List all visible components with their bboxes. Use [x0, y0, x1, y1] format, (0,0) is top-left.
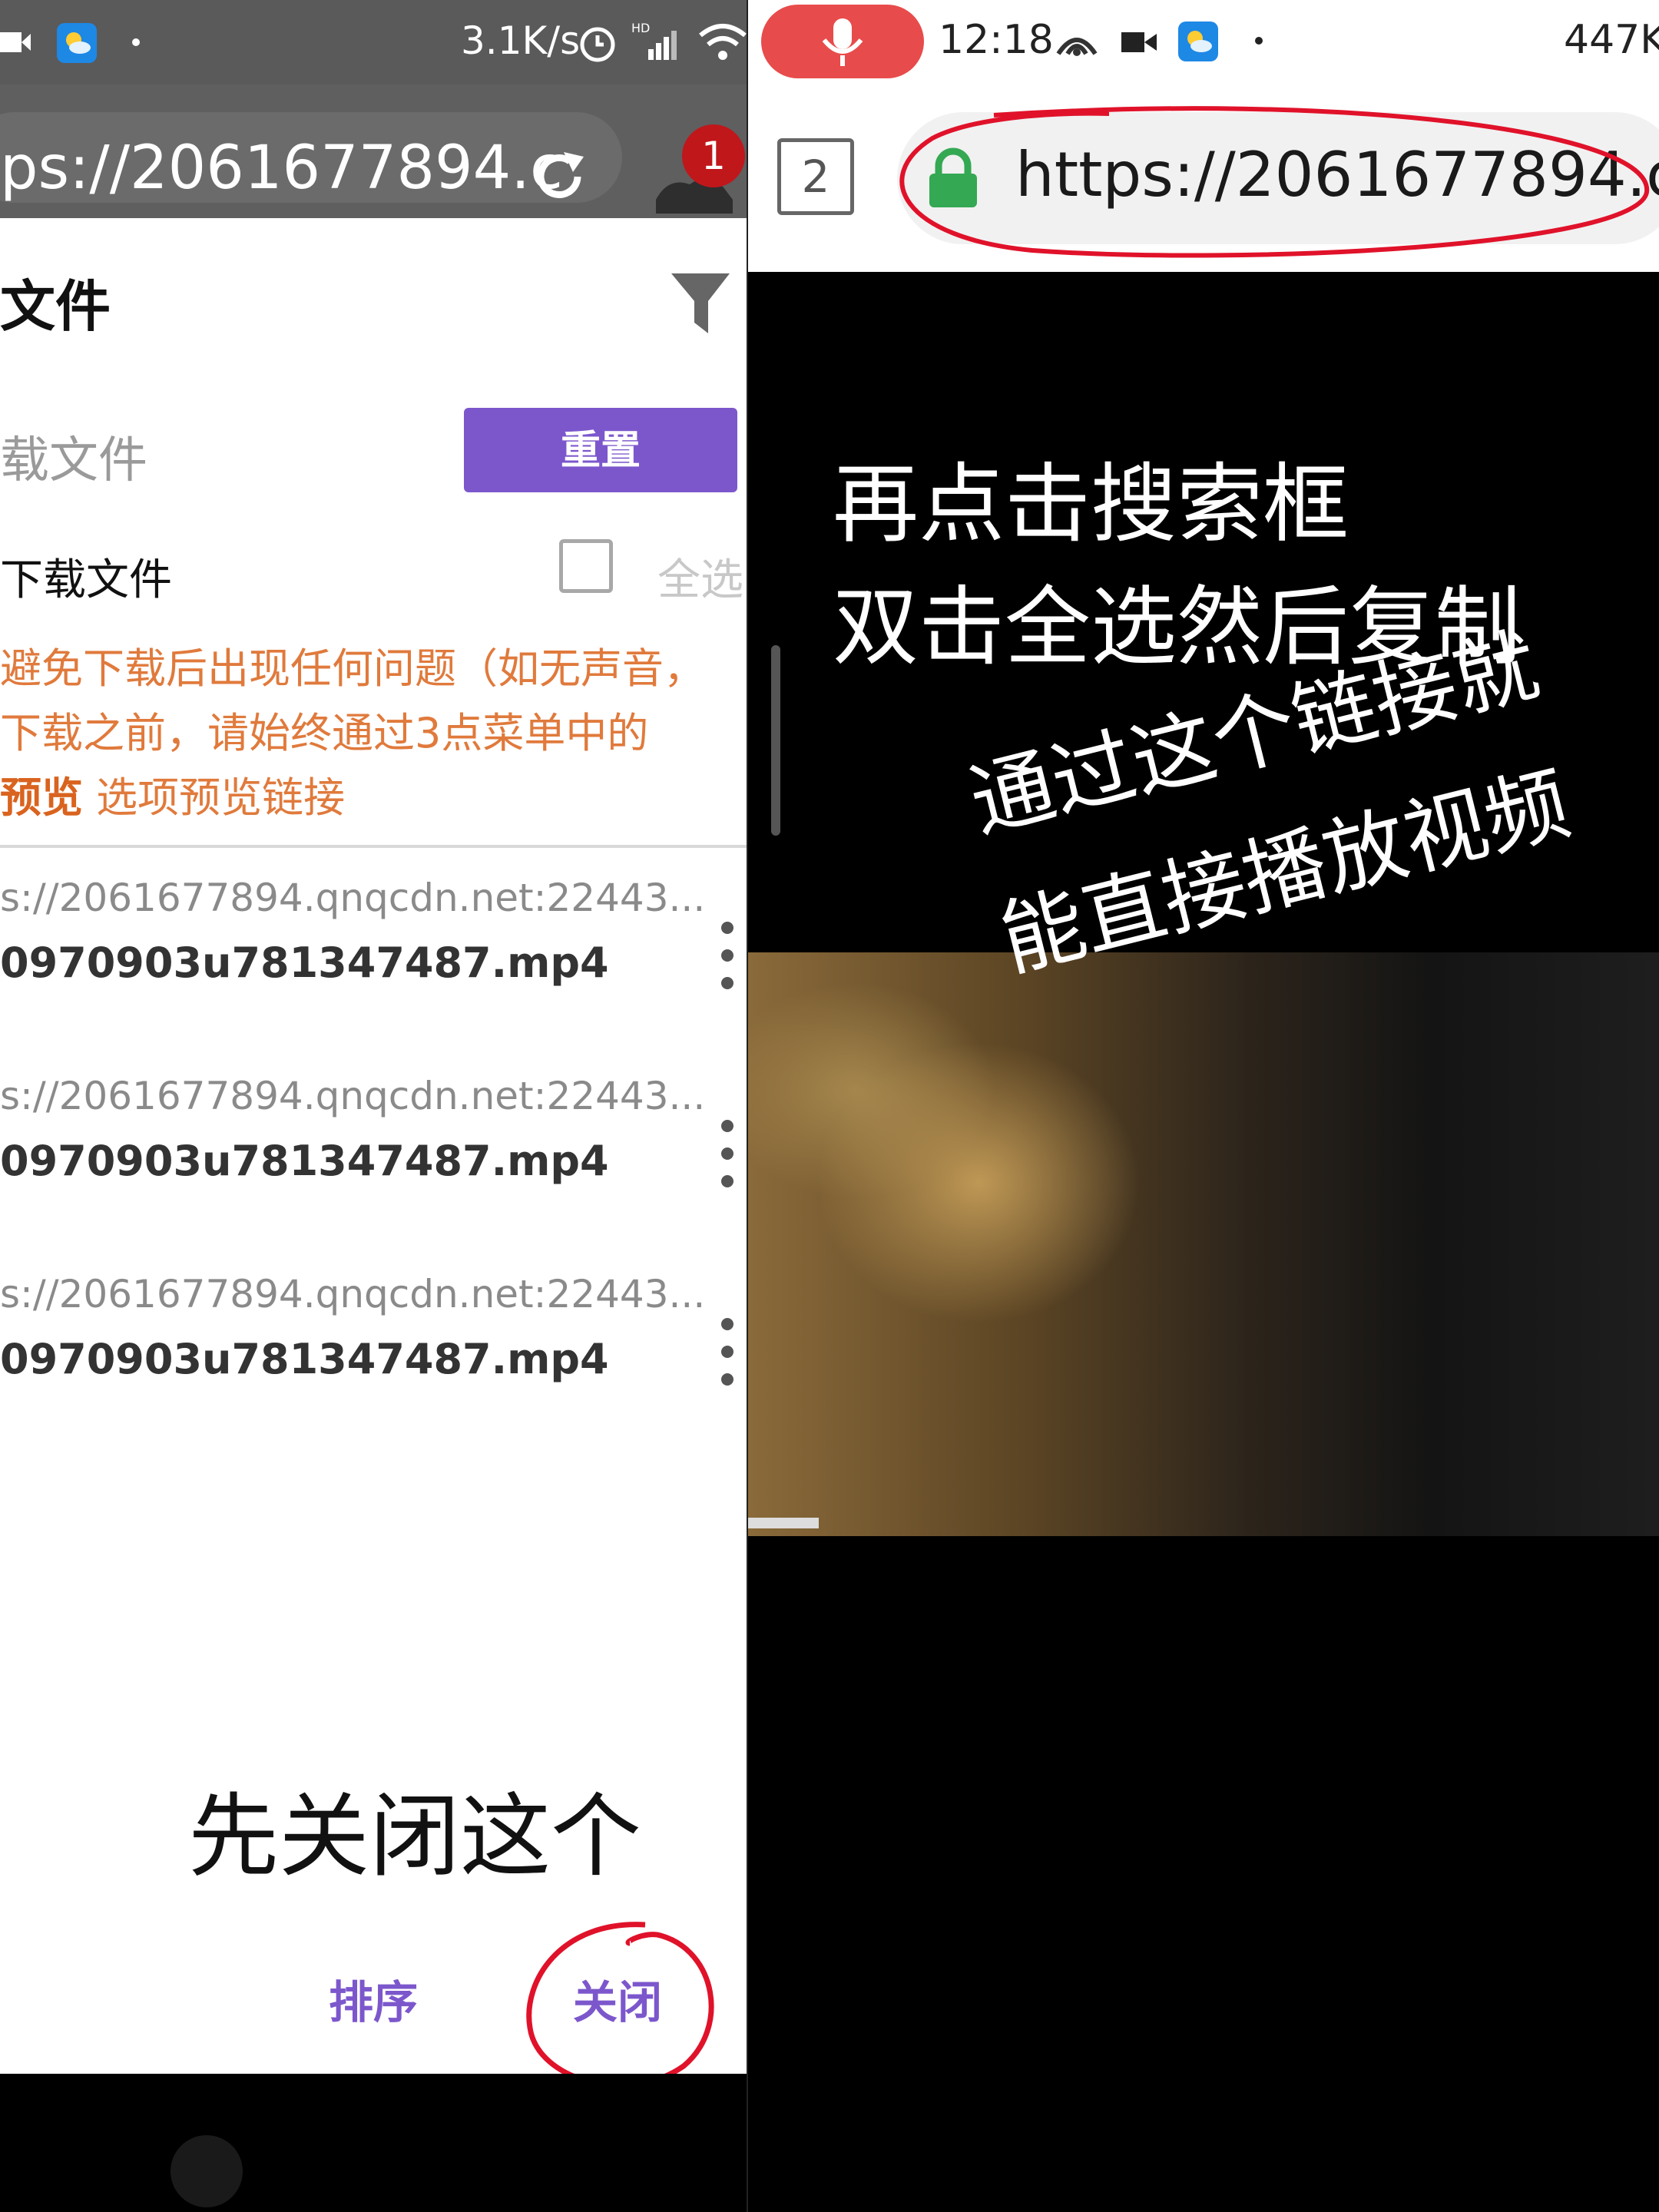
more-options-icon[interactable] — [719, 1318, 734, 1387]
reset-button[interactable]: 重置 — [464, 408, 737, 492]
file-name: 0970903u781347487.mp4 — [0, 1335, 609, 1383]
warning-line-3-rest: 选项预览链接 — [83, 773, 346, 822]
notification-dot — [132, 38, 140, 46]
file-url: s://2061677894.qnqcdn.net:22443... — [0, 1074, 706, 1118]
video-record-icon — [1121, 29, 1157, 58]
sheet-title: 文件 — [0, 274, 111, 339]
divider — [0, 845, 748, 848]
filter-icon[interactable] — [671, 273, 730, 338]
warning-line-3: 预览 选项预览链接 — [0, 763, 345, 824]
reload-icon[interactable] — [530, 146, 591, 210]
more-options-icon[interactable] — [719, 922, 734, 991]
weather-icon — [1178, 22, 1218, 61]
clock: 12:18 — [939, 17, 1054, 63]
download-count-badge: 1 — [682, 124, 745, 187]
tab-switcher-button[interactable]: 2 — [777, 138, 854, 215]
signal-icon: HD — [631, 20, 679, 66]
video-frame — [748, 952, 1659, 1536]
home-button[interactable] — [171, 2135, 243, 2207]
notification-dot — [1255, 37, 1263, 45]
net-speed: 3.1K/s — [461, 18, 581, 63]
file-list-item[interactable]: s://2061677894.qnqcdn.net:22443... 09709… — [0, 876, 748, 1060]
file-list-item[interactable]: s://2061677894.qnqcdn.net:22443... 09709… — [0, 1074, 748, 1258]
download-sheet-screen: 3.1K/s HD ps://2061677894.c 1 文件 载文件 重置 … — [0, 0, 748, 2212]
file-url: s://2061677894.qnqcdn.net:22443... — [0, 876, 706, 920]
video-record-icon — [0, 29, 31, 58]
status-bar: 12:18 447K — [748, 0, 1659, 84]
file-url: s://2061677894.qnqcdn.net:22443... — [0, 1272, 706, 1316]
seek-marker — [748, 1518, 819, 1528]
weather-icon — [57, 23, 97, 63]
more-options-icon[interactable] — [719, 1120, 734, 1189]
navigation-bar — [0, 2074, 748, 2212]
warning-line-1: 避免下载后出现任何问题（如无声音， — [0, 644, 705, 693]
wifi-icon — [697, 22, 748, 65]
select-all-label[interactable]: 全选 — [657, 545, 743, 608]
warning-line-2: 下载之前，请始终通过3点菜单中的 — [0, 709, 649, 757]
net-speed: 447K — [1564, 17, 1659, 63]
status-bar: 3.1K/s HD — [0, 0, 748, 84]
alarm-icon — [578, 23, 618, 66]
address-bar-url[interactable]: ps://2061677894.c — [0, 138, 563, 198]
annotation-oval — [879, 100, 1659, 272]
file-list-item[interactable]: s://2061677894.qnqcdn.net:22443... 09709… — [0, 1272, 748, 1456]
network-label: HD — [631, 21, 650, 35]
voice-recording-pill[interactable] — [761, 5, 924, 78]
annotation-close-hint: 先关闭这个 — [188, 1783, 642, 1889]
scrollbar[interactable] — [771, 645, 780, 836]
annotation-line-1: 再点击搜索框 — [833, 455, 1349, 555]
download-files-label: 下载文件 — [0, 555, 172, 605]
browser-video-screen: 12:18 447K 2 https://2061677894.c 再点击搜索框… — [748, 0, 1659, 2212]
select-all-checkbox[interactable] — [559, 539, 613, 593]
search-input[interactable]: 载文件 — [0, 421, 147, 492]
hotspot-icon — [1054, 26, 1100, 60]
preview-emphasis: 预览 — [0, 773, 83, 822]
file-name: 0970903u781347487.mp4 — [0, 939, 609, 987]
file-name: 0970903u781347487.mp4 — [0, 1137, 609, 1185]
sort-button[interactable]: 排序 — [329, 1966, 418, 2031]
